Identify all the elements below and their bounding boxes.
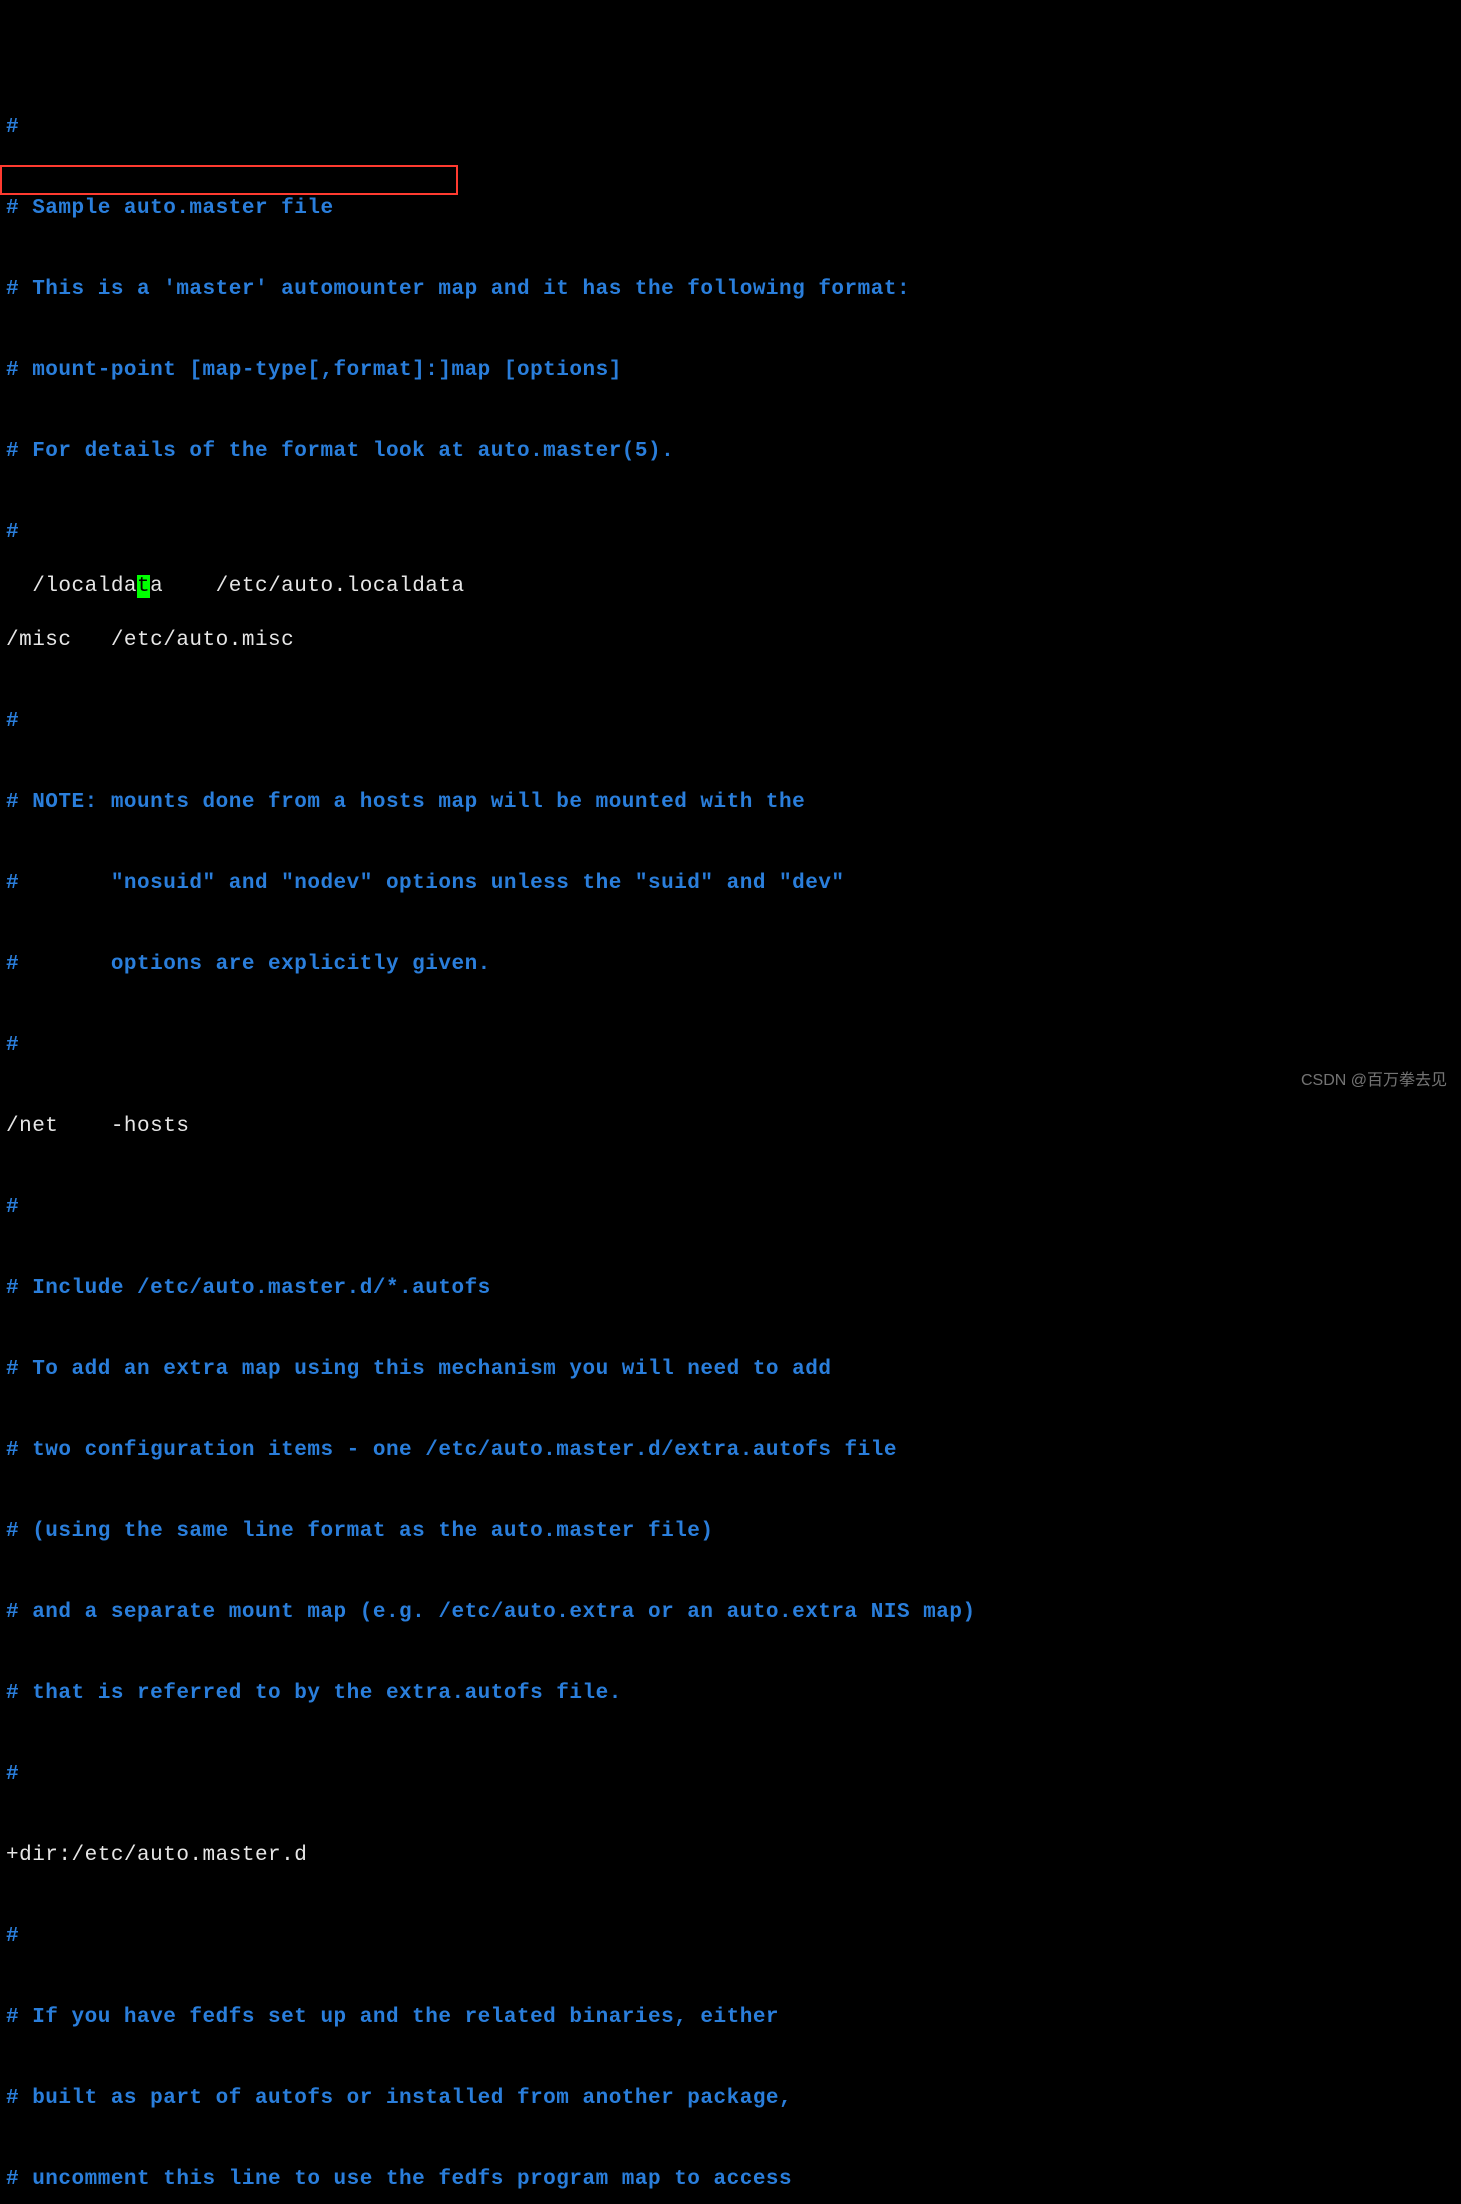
file-line: # If you have fedfs set up and the relat…	[6, 2004, 1455, 2031]
file-line: # To add an extra map using this mechani…	[6, 1356, 1455, 1383]
file-line-localdata: /localdata /etc/auto.localdata	[32, 573, 464, 600]
file-line: #	[6, 1032, 1455, 1059]
highlight-box-icon	[0, 165, 458, 195]
file-line: #	[6, 1194, 1455, 1221]
text-seg: /localda	[32, 575, 137, 598]
file-line: # uncomment this line to use the fedfs p…	[6, 2166, 1455, 2193]
terminal-viewport[interactable]: # # Sample auto.master file # This is a …	[0, 0, 1461, 1102]
file-line: # "nosuid" and "nodev" options unless th…	[6, 870, 1455, 897]
file-line: /net -hosts	[6, 1113, 1455, 1140]
file-line: #	[6, 708, 1455, 735]
file-line: +dir:/etc/auto.master.d	[6, 1842, 1455, 1869]
file-line: #	[6, 1761, 1455, 1788]
cursor-icon: t	[137, 575, 150, 598]
file-line: # and a separate mount map (e.g. /etc/au…	[6, 1599, 1455, 1626]
file-line: # mount-point [map-type[,format]:]map [o…	[6, 357, 1455, 384]
watermark-text: CSDN @百万拳去见	[1301, 1067, 1447, 1094]
file-line: # Sample auto.master file	[6, 195, 1455, 222]
text-seg: a /etc/auto.localdata	[150, 575, 464, 598]
file-line: # two configuration items - one /etc/aut…	[6, 1437, 1455, 1464]
file-line: # For details of the format look at auto…	[6, 438, 1455, 465]
file-line: # (using the same line format as the aut…	[6, 1518, 1455, 1545]
file-line: # Include /etc/auto.master.d/*.autofs	[6, 1275, 1455, 1302]
file-line: #	[6, 114, 1455, 141]
file-line: # that is referred to by the extra.autof…	[6, 1680, 1455, 1707]
file-line: # This is a 'master' automounter map and…	[6, 276, 1455, 303]
file-line: #	[6, 519, 1455, 546]
file-line: # NOTE: mounts done from a hosts map wil…	[6, 789, 1455, 816]
file-line: # built as part of autofs or installed f…	[6, 2085, 1455, 2112]
file-line: #	[6, 1923, 1455, 1950]
file-line: # options are explicitly given.	[6, 951, 1455, 978]
file-line: /misc /etc/auto.misc	[6, 627, 1455, 654]
